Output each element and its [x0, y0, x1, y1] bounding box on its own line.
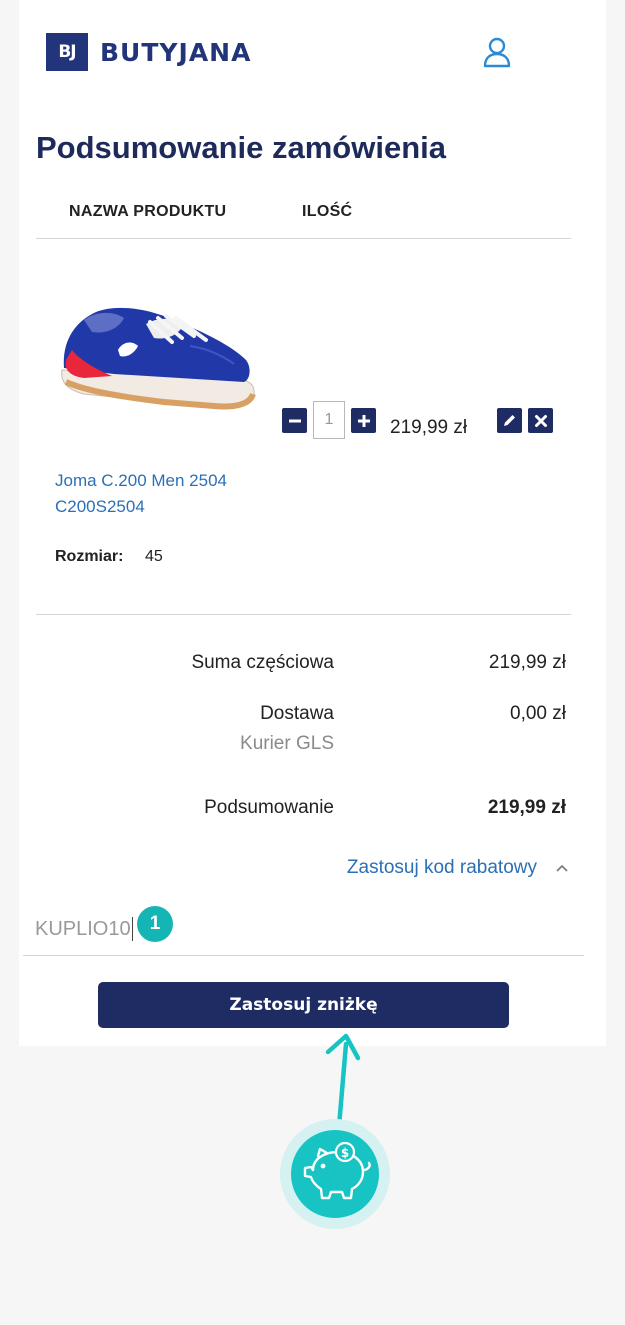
user-icon[interactable] — [481, 36, 513, 68]
subtotal-value: 219,99 zł — [488, 652, 566, 673]
input-underline — [23, 955, 584, 956]
shipping-value: 0,00 zł — [510, 703, 566, 724]
page-title: Podsumowanie zamówienia — [36, 130, 446, 165]
shipping-label: Dostawa — [260, 703, 334, 724]
delete-icon — [534, 414, 547, 427]
svg-text:$: $ — [341, 1146, 349, 1160]
brand-logo[interactable]: BJ BUTYJANA — [46, 33, 251, 71]
product-sku: C200S2504 — [55, 497, 145, 516]
subtotal-label: Suma częściowa — [191, 652, 334, 673]
total-value: 219,99 zł — [487, 797, 566, 818]
minus-icon — [288, 419, 301, 422]
discount-code-input[interactable] — [35, 912, 505, 946]
product-name-line1: Joma C.200 Men 2504 — [55, 471, 227, 490]
size-value: 45 — [145, 548, 163, 565]
chevron-up-icon[interactable] — [554, 860, 570, 876]
edit-button[interactable] — [497, 408, 522, 433]
apply-discount-code-link[interactable]: Zastosuj kod rabatowy — [347, 857, 537, 879]
text-caret — [132, 917, 133, 941]
shipping-method: Kurier GLS — [240, 733, 334, 754]
column-header-quantity: ILOŚĆ — [302, 203, 353, 220]
column-header-product: NAZWA PRODUKTU — [69, 203, 227, 220]
decrease-quantity-button[interactable] — [282, 408, 307, 433]
total-label: Podsumowanie — [204, 797, 334, 818]
product-image[interactable] — [54, 290, 264, 415]
logo-mark: BJ — [46, 33, 88, 71]
checkout-card: BJ BUTYJANA Podsumowanie zamówienia NAZW… — [19, 0, 606, 1046]
logo-text: BUTYJANA — [100, 37, 252, 67]
product-price: 219,99 zł — [390, 417, 468, 438]
delete-button[interactable] — [528, 408, 553, 433]
product-divider — [36, 614, 571, 615]
product-name-link[interactable]: Joma C.200 Men 2504 C200S2504 — [55, 468, 285, 520]
apply-discount-button[interactable]: Zastosuj zniżkę — [98, 982, 509, 1028]
tutorial-overlay: $ — [280, 1033, 390, 1229]
plus-icon — [357, 414, 370, 427]
edit-icon — [504, 415, 515, 426]
size-label: Rozmiar: — [55, 548, 124, 565]
header-divider — [36, 238, 571, 239]
coin-icon: $ — [334, 1141, 356, 1163]
increase-quantity-button[interactable] — [351, 408, 376, 433]
step-badge: 1 — [137, 906, 173, 942]
quantity-input[interactable] — [313, 401, 345, 439]
